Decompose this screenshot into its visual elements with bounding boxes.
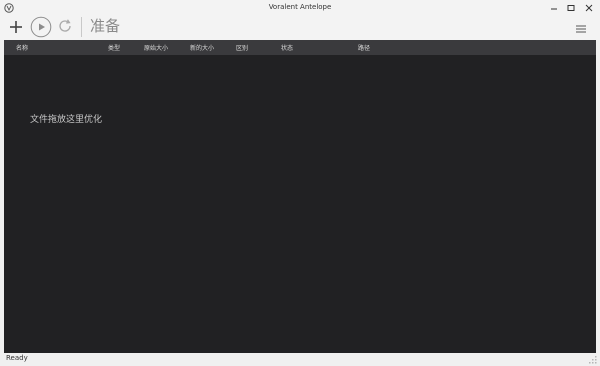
column-header-status[interactable]: 状态 <box>281 43 293 52</box>
table-header: 名称 类型 原始大小 新的大小 区别 状态 路径 <box>4 40 596 55</box>
maximize-icon <box>567 5 575 11</box>
resize-grip-icon[interactable] <box>580 353 598 365</box>
column-header-new-size[interactable]: 新的大小 <box>190 43 214 52</box>
file-table[interactable]: 名称 类型 原始大小 新的大小 区别 状态 路径 文件拖放这里优化 <box>4 40 596 353</box>
window-title: Voralent Antelope <box>268 3 332 11</box>
title-bar: Voralent Antelope <box>0 0 600 16</box>
minimize-icon <box>551 8 557 10</box>
column-header-name[interactable]: 名称 <box>16 43 28 52</box>
maximize-button[interactable] <box>565 2 577 14</box>
column-header-difference[interactable]: 区别 <box>236 43 248 52</box>
hamburger-menu-icon <box>576 25 586 33</box>
refresh-icon <box>59 19 71 32</box>
plus-icon <box>10 21 22 33</box>
minimize-button[interactable] <box>548 2 560 14</box>
refresh-button[interactable] <box>57 18 73 34</box>
status-title: 准备 <box>90 17 121 35</box>
drop-zone-hint: 文件拖放这里优化 <box>30 115 103 125</box>
status-bar-text: Ready <box>6 354 28 362</box>
column-header-original-size[interactable]: 原始大小 <box>144 43 168 52</box>
play-icon <box>30 16 52 38</box>
close-button[interactable] <box>583 2 595 14</box>
start-optimize-button[interactable] <box>30 16 52 38</box>
status-bar: Ready <box>0 353 600 366</box>
app-window: Voralent Antelope 准备 名称 类型 原始大小 新的大小 区别 … <box>0 0 600 366</box>
column-header-path[interactable]: 路径 <box>358 43 370 52</box>
toolbar-divider <box>81 17 82 37</box>
add-files-button[interactable] <box>8 19 24 35</box>
column-header-type[interactable]: 类型 <box>108 43 120 52</box>
close-icon <box>585 4 593 12</box>
toolbar: 准备 <box>0 16 600 40</box>
menu-button[interactable] <box>575 20 587 33</box>
